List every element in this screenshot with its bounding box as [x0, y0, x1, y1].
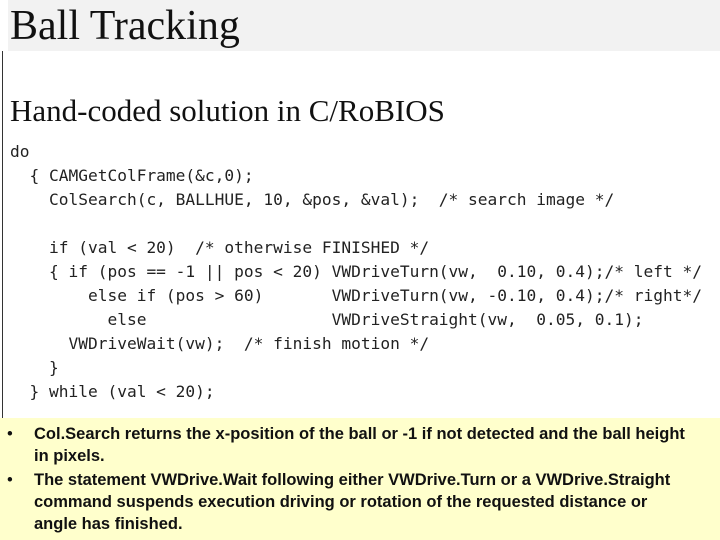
bullet-item: • The statement VWDrive.Wait following ei…	[0, 469, 720, 535]
slide-subtitle: Hand-coded solution in C/RoBIOS	[10, 93, 445, 128]
code-line: } while (val < 20);	[10, 382, 215, 401]
bullet-icon: •	[7, 425, 13, 443]
left-border	[2, 51, 3, 418]
code-line: if (val < 20) /* otherwise FINISHED */	[10, 238, 430, 257]
slide-title: Ball Tracking	[10, 3, 240, 49]
notes-panel: • Col.Search returns the x-position of th…	[0, 418, 720, 540]
bullet-text: The statement VWDrive.Wait following eit…	[34, 471, 671, 533]
bullet-icon: •	[7, 471, 13, 489]
code-line: VWDriveWait(vw); /* finish motion */	[10, 334, 430, 353]
code-line: else if (pos > 60) VWDriveTurn(vw, -0.10…	[10, 286, 702, 305]
code-line: do	[10, 142, 30, 161]
code-line: ColSearch(c, BALLHUE, 10, &pos, &val); /…	[10, 190, 615, 209]
code-line: { CAMGetColFrame(&c,0);	[10, 166, 254, 185]
code-line: else VWDriveStraight(vw, 0.05, 0.1);	[10, 310, 644, 329]
code-line: }	[10, 358, 59, 377]
bullet-item: • Col.Search returns the x-position of th…	[0, 423, 720, 467]
bullet-text: Col.Search returns the x-position of the…	[34, 425, 685, 465]
code-block: do { CAMGetColFrame(&c,0); ColSearch(c, …	[10, 140, 702, 404]
code-line: { if (pos == -1 || pos < 20) VWDriveTurn…	[10, 262, 702, 281]
